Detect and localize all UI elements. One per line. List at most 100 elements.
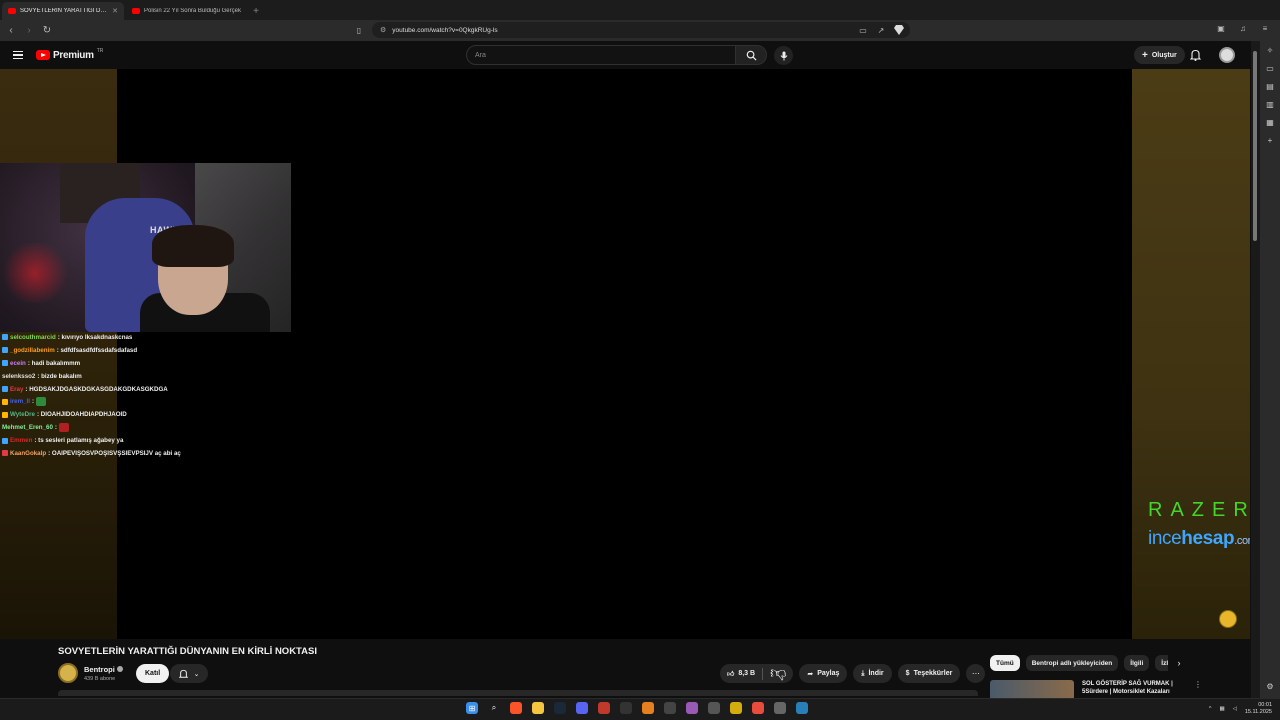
search-input[interactable]: Ara — [466, 45, 736, 65]
system-clock[interactable]: 00:01 15.11.2025 — [1245, 702, 1272, 716]
menu-icon[interactable]: ≡ — [1260, 23, 1270, 33]
channel-name[interactable]: Bentropi — [84, 665, 123, 674]
recommendation-chips: Tümü Bentropi adlı yükleyiciden İlgili İ… — [990, 655, 1168, 671]
channel-info[interactable]: Bentropi 439 B abone — [58, 663, 123, 683]
guide-menu-icon[interactable] — [13, 51, 23, 59]
create-label: Oluştur — [1151, 51, 1177, 59]
back-icon[interactable]: ‹ — [4, 24, 18, 38]
webcam-red-light — [0, 243, 70, 303]
close-tab-icon[interactable]: ✕ — [112, 7, 118, 15]
brave-shield-icon[interactable] — [894, 25, 904, 35]
chevron-down-icon: ⌄ — [193, 670, 200, 678]
network-icon[interactable]: ▦ — [1219, 706, 1224, 712]
app-blue-icon[interactable] — [796, 702, 808, 714]
like-button[interactable]: 👍︎ 8,3 B — [720, 667, 764, 680]
sidebar-settings-icon[interactable]: ⚙ — [1265, 681, 1275, 691]
chat-text: : — [31, 398, 35, 406]
youtube-favicon-icon — [132, 8, 140, 14]
app-gray-icon[interactable] — [664, 702, 676, 714]
windows-start-icon[interactable]: ⊞ — [466, 702, 478, 714]
subscription-bell-button[interactable]: ⌄ — [170, 664, 208, 683]
recommended-title[interactable]: SOL GÖSTERİP SAĞ VURMAK | 5Sürdere | Mot… — [1082, 680, 1192, 700]
browser-tab-2[interactable]: Polisin 22 Yıl Sonra Bulduğu Gerçek — [126, 2, 248, 20]
app-red-icon[interactable] — [598, 702, 610, 714]
share-label: Paylaş — [817, 670, 840, 677]
description-box[interactable] — [58, 690, 978, 696]
video-title: SOVYETLERİN YARATTIĞI DÜNYANIN EN KİRLİ … — [58, 646, 317, 657]
discord-icon[interactable] — [576, 702, 588, 714]
tray-chevron-up-icon[interactable]: ^ — [1209, 706, 1212, 712]
reading-list-icon[interactable]: ▭ — [1265, 63, 1275, 73]
browser-tab-strip: SOVYETLERİN YARATTIĞI DÜNYANIN ✕ Polisin… — [0, 0, 1280, 20]
account-avatar[interactable] — [1219, 47, 1235, 63]
app-purple-icon[interactable] — [686, 702, 698, 714]
overlay-right-panel — [1132, 69, 1250, 639]
address-bar[interactable]: ⚙ youtube.com/watch?v=0QkgkRUg-ls — [372, 22, 910, 38]
chat-username: ecein — [10, 359, 26, 367]
create-button[interactable]: + Oluştur — [1134, 46, 1185, 64]
reload-icon[interactable]: ↻ — [40, 24, 54, 38]
channel-avatar[interactable] — [58, 663, 78, 683]
share-button[interactable]: ➦ Paylaş — [799, 664, 848, 683]
more-actions-button[interactable]: ⋯ — [966, 664, 986, 683]
video-player[interactable]: HAWK selcouthmarcid : kıvırıyo lksakdnas… — [0, 69, 1250, 639]
notifications-button[interactable] — [1189, 48, 1202, 66]
bookmark-icon[interactable]: ▯ — [354, 25, 364, 35]
chip-watched[interactable]: İzle — [1155, 655, 1168, 671]
search-icon — [746, 50, 757, 61]
kebab-menu-icon[interactable]: ⋮ — [1194, 680, 1202, 700]
like-dislike-group: 👍︎ 8,3 B 👎︎ — [720, 664, 794, 683]
chip-related[interactable]: İlgili — [1124, 655, 1150, 671]
dislike-button[interactable]: 👎︎ — [763, 665, 793, 682]
chat-text: : bizde bakalım — [37, 372, 82, 380]
chip-all[interactable]: Tümü — [990, 655, 1020, 671]
voice-search-button[interactable] — [774, 46, 793, 65]
bell-icon — [178, 669, 188, 678]
youtube-logo[interactable]: Premium TR — [36, 48, 103, 61]
chevron-right-icon[interactable]: › — [1172, 655, 1186, 671]
site-settings-icon[interactable]: ⚙ — [380, 26, 386, 34]
settings-gear-icon[interactable] — [774, 702, 786, 714]
page-scrollbar[interactable] — [1251, 41, 1260, 698]
media-icon[interactable]: ♫ — [1238, 23, 1248, 33]
incehesap-part-1: ince — [1148, 528, 1182, 549]
chat-emote-icon — [36, 397, 47, 407]
bookmarks-icon[interactable]: ▤ — [1265, 81, 1275, 91]
sunglasses-emoji-icon — [1219, 610, 1237, 628]
app-orange-icon[interactable] — [642, 702, 654, 714]
brave-browser-icon[interactable] — [510, 702, 522, 714]
app-dark-icon[interactable] — [708, 702, 720, 714]
thanks-button[interactable]: $ Teşekkürler — [897, 664, 961, 683]
recommended-thumbnail[interactable] — [990, 680, 1074, 700]
forward-icon[interactable]: › — [22, 24, 36, 38]
download-icon: ⤓ — [861, 669, 865, 677]
wallet-icon[interactable]: ▣ — [1216, 23, 1226, 33]
add-panel-icon[interactable]: + — [1265, 135, 1275, 145]
app-yellow-icon[interactable] — [730, 702, 742, 714]
chat-badge-icon — [2, 360, 8, 367]
notes-icon[interactable]: ▦ — [1265, 117, 1275, 127]
app-photo-icon[interactable] — [752, 702, 764, 714]
screenshot-icon[interactable]: ▭ — [858, 25, 868, 35]
search-button[interactable] — [735, 45, 767, 65]
download-button[interactable]: ⤓ İndir — [853, 664, 892, 683]
steam-icon[interactable] — [554, 702, 566, 714]
subscriber-count: 439 B abone — [84, 675, 116, 682]
share-icon[interactable]: ↗ — [876, 25, 886, 35]
recommended-video[interactable]: SOL GÖSTERİP SAĞ VURMAK | 5Sürdere | Mot… — [990, 680, 1202, 700]
new-tab-button[interactable]: + — [248, 2, 264, 20]
epic-games-icon[interactable] — [620, 702, 632, 714]
leo-ai-icon[interactable]: ✧ — [1265, 45, 1275, 55]
taskbar-search-icon[interactable]: ⌕ — [488, 702, 500, 714]
file-explorer-icon[interactable] — [532, 702, 544, 714]
history-icon[interactable]: ▥ — [1265, 99, 1275, 109]
scrollbar-thumb[interactable] — [1253, 51, 1257, 241]
browser-tab-1[interactable]: SOVYETLERİN YARATTIĞI DÜNYANIN ✕ — [2, 2, 124, 20]
chat-message: selenksso2 : bizde bakalım — [2, 370, 302, 383]
join-button[interactable]: Katıl — [136, 664, 170, 683]
volume-icon[interactable]: ◁ — [1233, 706, 1237, 712]
chip-from-uploader[interactable]: Bentropi adlı yükleyiciden — [1025, 655, 1119, 671]
chat-username: irem_ll — [10, 398, 30, 406]
microphone-icon — [780, 51, 787, 60]
tab-title: SOVYETLERİN YARATTIĞI DÜNYANIN — [20, 8, 108, 14]
